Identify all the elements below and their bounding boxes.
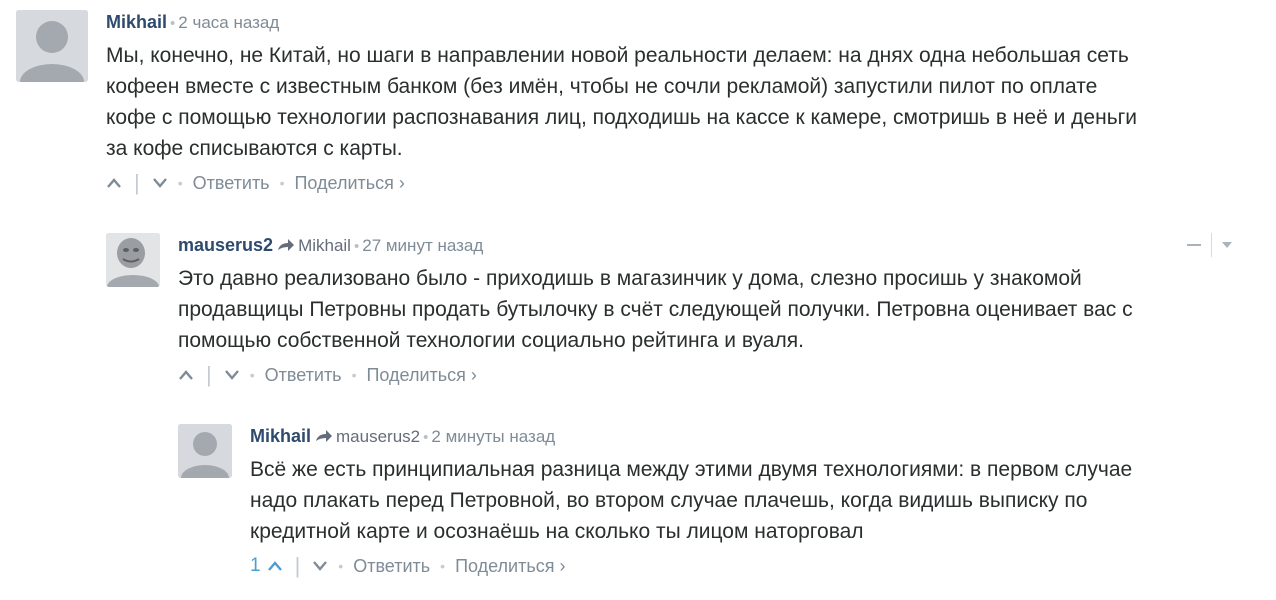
- vote-separator: |: [294, 553, 301, 578]
- reply-to-author[interactable]: mauserus2: [336, 427, 420, 446]
- chevron-down-icon: [313, 561, 328, 571]
- chevron-down-icon: [224, 370, 239, 380]
- comment-footer: | • Ответить • Поделиться ›: [178, 362, 1236, 388]
- footer-dot: •: [440, 558, 446, 574]
- chevron-up-icon: [267, 561, 282, 571]
- comment-header: Mikhail mauserus2 • 2 минуты назад: [250, 424, 1236, 448]
- comment-header: mauserus2 Mikhail • 27 минут назад: [178, 233, 1236, 257]
- control-separator: [1211, 233, 1212, 257]
- avatar[interactable]: [178, 424, 232, 478]
- comment-text: Это давно реализовано было - приходишь в…: [178, 267, 1133, 352]
- share-button[interactable]: Поделиться ›: [366, 362, 476, 388]
- chevron-up-icon: [179, 370, 193, 380]
- reply-to-author[interactable]: Mikhail: [298, 236, 351, 255]
- downvote-button[interactable]: [224, 369, 240, 381]
- footer-dot: •: [338, 558, 344, 574]
- author-name[interactable]: mauserus2: [178, 235, 273, 255]
- default-avatar-icon: [16, 10, 88, 82]
- vote-count: 1: [250, 555, 261, 576]
- downvote-button[interactable]: [152, 177, 168, 189]
- vote-separator: |: [134, 170, 140, 195]
- comment: mauserus2 Mikhail • 27 минут назад Это давн…: [106, 233, 1236, 403]
- reply-arrow-icon: [277, 235, 295, 259]
- caret-down-icon[interactable]: [1222, 242, 1232, 248]
- share-button[interactable]: Поделиться ›: [294, 170, 404, 196]
- user-avatar-icon: [106, 233, 160, 287]
- meta-separator: •: [423, 429, 429, 446]
- author-name[interactable]: Mikhail: [250, 426, 311, 446]
- comment-header: Mikhail • 2 часа назад: [106, 10, 1236, 34]
- reply-button[interactable]: Ответить: [265, 362, 342, 388]
- comment: Mikhail mauserus2 • 2 минуты назад Всё же е…: [178, 424, 1236, 594]
- comment-body: Mikhail • 2 часа назад Мы, конечно, не Кит…: [106, 10, 1236, 196]
- reply-arrow-icon: [315, 426, 333, 450]
- avatar[interactable]: [106, 233, 160, 287]
- reply-button[interactable]: Ответить: [353, 553, 430, 579]
- comment-time[interactable]: 27 минут назад: [362, 236, 483, 255]
- meta-separator: •: [353, 238, 360, 255]
- comment-body: Mikhail mauserus2 • 2 минуты назад Всё же е…: [250, 424, 1236, 579]
- comment: Mikhail • 2 часа назад Мы, конечно, не Кит…: [16, 10, 1236, 200]
- upvote-button[interactable]: [106, 177, 122, 189]
- comment-time[interactable]: 2 минуты назад: [431, 427, 555, 446]
- author-name[interactable]: Mikhail: [106, 12, 167, 32]
- chevron-up-icon: [107, 178, 121, 188]
- footer-dot: •: [351, 367, 357, 383]
- footer-dot: •: [177, 175, 183, 191]
- vote-separator: |: [206, 362, 212, 387]
- meta-separator: •: [170, 15, 176, 32]
- avatar[interactable]: [16, 10, 88, 82]
- footer-dot: •: [279, 175, 285, 191]
- comment-text: Мы, конечно, не Китай, но шаги в направл…: [106, 44, 1138, 160]
- comment-footer: | • Ответить • Поделиться ›: [106, 170, 1236, 196]
- comment-text: Всё же есть принципиальная разница между…: [250, 458, 1133, 543]
- comment-time[interactable]: 2 часа назад: [178, 13, 279, 32]
- reply-button[interactable]: Ответить: [193, 170, 270, 196]
- default-avatar-icon: [178, 424, 232, 478]
- upvote-button[interactable]: 1: [250, 553, 283, 579]
- comment-controls: [1187, 233, 1232, 257]
- comment-body: mauserus2 Mikhail • 27 минут назад Это давн…: [178, 233, 1236, 388]
- upvote-button[interactable]: [178, 369, 194, 381]
- downvote-button[interactable]: [312, 560, 328, 572]
- share-button[interactable]: Поделиться ›: [455, 553, 565, 579]
- chevron-down-icon: [152, 178, 167, 188]
- footer-dot: •: [249, 367, 255, 383]
- minus-icon[interactable]: [1187, 244, 1201, 246]
- comment-footer: 1 | • Ответить • Поделиться ›: [250, 553, 1236, 579]
